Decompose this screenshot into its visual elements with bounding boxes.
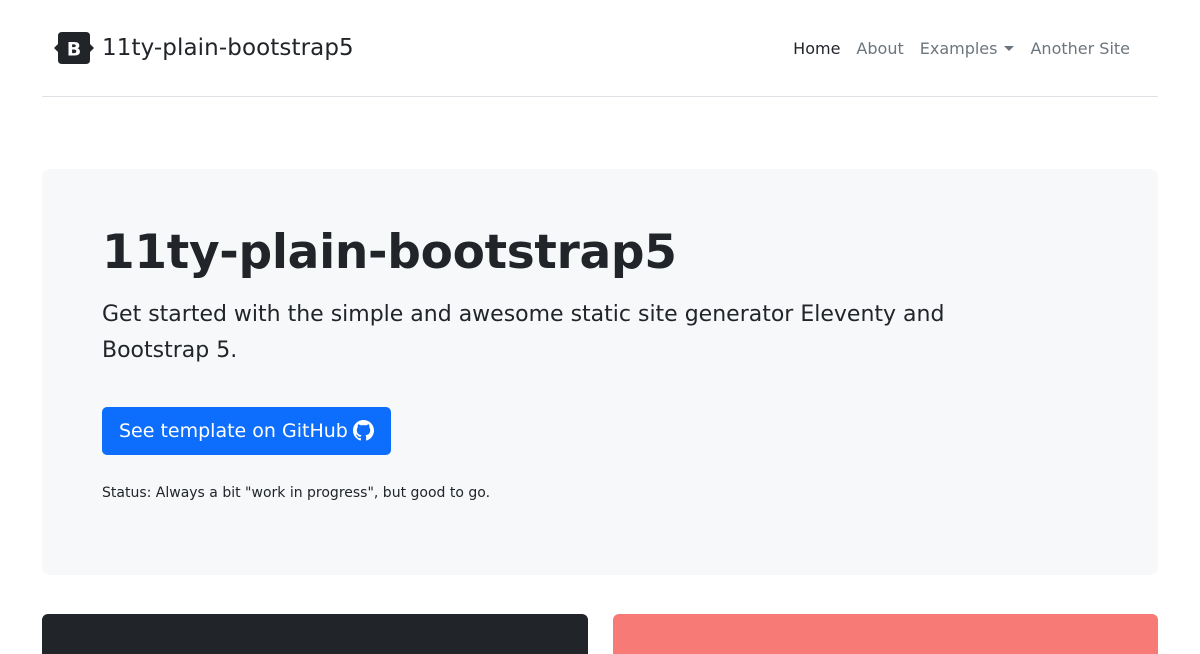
feature-card-red	[613, 614, 1158, 654]
nav-link-about[interactable]: About	[848, 31, 911, 66]
caret-down-icon	[1004, 45, 1015, 51]
brand-name: 11ty-plain-bootstrap5	[102, 35, 354, 61]
nav-item-home: Home	[785, 31, 848, 66]
brand-link[interactable]: B 11ty-plain-bootstrap5	[54, 32, 354, 64]
nav-link-another-site[interactable]: Another Site	[1022, 31, 1138, 66]
hero-jumbotron: 11ty-plain-bootstrap5 Get started with t…	[42, 169, 1158, 575]
main-nav: Home About Examples Another Site	[785, 31, 1138, 66]
nav-link-home[interactable]: Home	[785, 31, 848, 66]
hero-lead: Get started with the simple and awesome …	[102, 302, 945, 364]
nav-dropdown-examples[interactable]: Examples	[912, 31, 1023, 66]
nav-link-examples-label: Examples	[919, 38, 998, 58]
github-template-button[interactable]: See template on GitHub	[102, 406, 391, 455]
feature-cards-row	[42, 614, 1158, 654]
nav-item-another-site: Another Site	[1022, 31, 1138, 66]
feature-card-dark	[42, 614, 588, 654]
status-text: Status: Always a bit "work in progress",…	[102, 484, 491, 501]
nav-item-about: About	[848, 31, 911, 66]
site-header: B 11ty-plain-bootstrap5 Home About Examp…	[42, 0, 1158, 97]
nav-list: Home About Examples Another Site	[785, 31, 1138, 66]
nav-item-examples: Examples	[912, 31, 1023, 66]
bootstrap-logo-icon: B	[54, 32, 94, 64]
page-container: B 11ty-plain-bootstrap5 Home About Examp…	[42, 0, 1158, 575]
hero-title: 11ty-plain-bootstrap5	[102, 225, 677, 280]
github-icon	[352, 420, 374, 441]
svg-text:B: B	[67, 39, 81, 61]
github-template-button-label: See template on GitHub	[119, 419, 348, 442]
